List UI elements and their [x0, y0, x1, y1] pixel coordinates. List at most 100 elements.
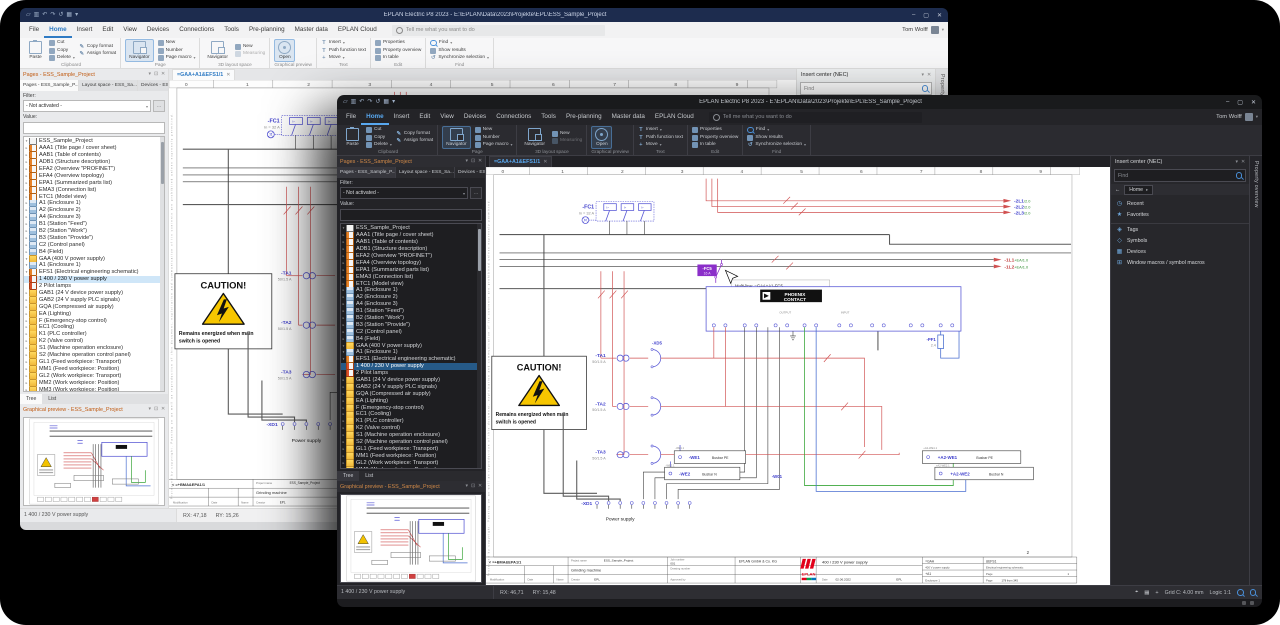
tree-item[interactable]: ▸ GL1 (Feed workpiece: Transport) — [24, 359, 164, 366]
tree-item[interactable]: ▾ EFS1 (Electrical engineering schematic… — [341, 356, 481, 363]
measuring-button[interactable]: Measuring — [552, 138, 582, 144]
tree-item[interactable]: ▸ EC1 (Cooling) — [24, 324, 164, 331]
tree-item[interactable]: ▾ EFS1 (Electrical engineering schematic… — [24, 269, 164, 276]
chevron-down-icon[interactable]: ▾ — [149, 72, 151, 77]
tree-item[interactable]: ▸ F (Emergency-stop control) — [24, 317, 164, 324]
copy-format-button[interactable]: ✎Copy format — [396, 131, 433, 137]
assign-format-button[interactable]: ✎Assign format — [79, 51, 116, 57]
tree-item[interactable]: ▾ GAA (400 V power supply) — [341, 342, 481, 349]
cross-reference[interactable]: < =+BMA&EPA1/1 — [489, 560, 522, 564]
ribbon-tab[interactable]: Connections — [491, 109, 536, 125]
preview-open-button[interactable]: Open — [274, 39, 295, 62]
tree-item[interactable]: ▸ ADB1 (Structure description) — [341, 246, 481, 253]
insert-center-item[interactable]: ▦ Devices — [1111, 246, 1249, 257]
page-new-button[interactable]: New — [475, 127, 513, 133]
filter-select[interactable]: - Not activated - ▾ — [340, 187, 468, 199]
insert-center-header[interactable]: Insert center (NEC) ▾✕ — [1111, 156, 1249, 168]
3d-navigator-button[interactable]: Navigator — [521, 126, 548, 149]
maximize-icon[interactable]: ▢ — [1237, 99, 1243, 106]
navigator-tab[interactable]: Layout space - ESS_Sa... — [396, 167, 455, 178]
tree-item[interactable]: ▸ ETC1 (Model view) — [24, 193, 164, 200]
insert-center-item[interactable]: ★ Favorites — [1111, 209, 1249, 220]
filter-more-button[interactable]: ... — [153, 100, 165, 112]
tree-scrollbar[interactable] — [160, 137, 164, 391]
property-overview-button[interactable]: Property overview — [692, 135, 738, 141]
paste-button[interactable]: Paste — [343, 126, 362, 149]
cut-button[interactable]: Cut — [49, 40, 75, 46]
tree-item[interactable]: ▸ B2 (Station "Work") — [341, 315, 481, 322]
insert-center-header[interactable]: Insert center (NEC) ▾✕ — [797, 69, 935, 81]
navigator-tab[interactable]: Pages - ESS_Sample_P... — [20, 80, 79, 91]
path-function-text-button[interactable]: TPath function text — [321, 48, 366, 54]
pin-icon[interactable]: ⊡ — [154, 72, 158, 77]
ribbon-tab[interactable]: Tools — [219, 22, 244, 38]
tree-item[interactable]: ▸ S1 (Machine operation enclosure) — [341, 432, 481, 439]
tree-item[interactable]: ▸ K1 (PLC controller) — [24, 331, 164, 338]
quick-access-icon[interactable]: ▾ — [392, 95, 395, 109]
paste-button[interactable]: Paste — [26, 39, 45, 62]
ribbon-tab[interactable]: View — [118, 22, 142, 38]
chevron-down-icon[interactable]: ▾ — [1236, 160, 1238, 165]
path-function-text-button[interactable]: TPath function text — [638, 135, 683, 141]
tree-item[interactable]: ▸ EC1 (Cooling) — [341, 411, 481, 418]
assign-format-button[interactable]: ✎Assign format — [396, 138, 433, 144]
tree-item[interactable]: ▸ A1 (Enclosure 1) — [24, 200, 164, 207]
in-table-button[interactable]: In table — [375, 55, 421, 61]
tree-item[interactable]: ▸ K2 (Valve control) — [24, 338, 164, 345]
ribbon-tab[interactable]: Insert — [389, 109, 415, 125]
ribbon-tab[interactable]: Home — [361, 109, 389, 125]
ribbon-tab[interactable]: Master data — [290, 22, 333, 38]
tree-item[interactable]: ▸ B1 (Station "Feed") — [341, 308, 481, 315]
3d-new-button[interactable]: New — [552, 131, 582, 137]
ribbon-tab[interactable]: Devices — [459, 109, 491, 125]
tree-item[interactable]: ▸ B3 (Station "Provide") — [24, 234, 164, 241]
ribbon-tab[interactable]: Home — [44, 22, 72, 38]
tree-item[interactable]: ▸ EMA3 (Connection list) — [341, 273, 481, 280]
tree-item[interactable]: ▸ GL2 (Work workpiece: Transport) — [341, 459, 481, 466]
pages-panel-header[interactable]: Pages - ESS_Sample_Project ▾⊡✕ — [337, 156, 485, 167]
tree-list-tab[interactable]: Tree — [337, 471, 359, 481]
tree-item[interactable]: ▸ EFA4 (Overview topology) — [24, 172, 164, 179]
tree-item[interactable]: ▸ GAB1 (24 V device power supply) — [341, 377, 481, 384]
navigator-tab[interactable]: Devices - ESS_Sample_... — [138, 80, 168, 91]
quick-access-icon[interactable]: ↺ — [58, 8, 63, 22]
close-icon[interactable]: ✕ — [161, 407, 165, 412]
preview-panel-header[interactable]: Graphical preview - ESS_Sample_Project ▾… — [20, 404, 168, 415]
delete-button[interactable]: Delete▾ — [49, 55, 75, 61]
quick-access-icon[interactable]: ▱ — [26, 8, 31, 22]
ribbon-tab[interactable]: View — [435, 109, 459, 125]
minimize-icon[interactable]: – — [1226, 99, 1229, 106]
close-icon[interactable]: ✕ — [927, 73, 931, 78]
ribbon-tab[interactable]: Edit — [97, 22, 118, 38]
close-icon[interactable]: ✕ — [1251, 99, 1256, 106]
quick-access-toolbar[interactable]: ▱▥↶↷↺▦▾ — [343, 95, 395, 109]
tree-item[interactable]: ▸ MM2 (Work workpiece: Position) — [341, 466, 481, 469]
close-icon[interactable]: ✕ — [226, 73, 230, 78]
page-macro-button[interactable]: Page macro▾ — [475, 142, 513, 148]
move-button[interactable]: +Move▾ — [638, 142, 683, 148]
chevron-down-icon[interactable]: ▾ — [149, 407, 151, 412]
tree-item[interactable]: ▸ GL2 (Work workpiece: Transport) — [24, 372, 164, 379]
tree-item[interactable]: ▸ ADB1 (Structure description) — [24, 159, 164, 166]
tree-item[interactable]: ▸ B3 (Station "Provide") — [341, 321, 481, 328]
tree-item[interactable]: ▸ AAB1 (Table of contents) — [341, 239, 481, 246]
document-tab[interactable]: =GAA+A1&EFS1/1 ✕ — [172, 69, 235, 80]
tree-item[interactable]: ▸ B4 (Field) — [24, 248, 164, 255]
tree-item[interactable]: ▾ GAA (400 V power supply) — [24, 255, 164, 262]
tree-item[interactable]: ▸ A2 (Enclosure 2) — [24, 207, 164, 214]
tray-icon[interactable] — [1242, 601, 1246, 605]
preview-thumbnail[interactable] — [340, 494, 482, 583]
chevron-down-icon[interactable]: ▾ — [922, 73, 924, 78]
tree-item[interactable]: ▸ B2 (Station "Work") — [24, 228, 164, 235]
insert-center-item[interactable]: ◈ Tags — [1111, 223, 1249, 235]
preview-thumbnail[interactable] — [23, 417, 165, 506]
close-icon[interactable]: ✕ — [937, 12, 942, 19]
window-titlebar[interactable]: ▱▥↶↷↺▦▾ EPLAN Electric P8 2023 - E:\EPLA… — [337, 95, 1262, 109]
tree-item[interactable]: ▸ EFA4 (Overview topology) — [341, 259, 481, 266]
quick-access-icon[interactable]: ↺ — [375, 95, 380, 109]
tree-item[interactable]: ▸ EA (Lighting) — [24, 310, 164, 317]
value-input[interactable] — [340, 209, 482, 221]
tree-item[interactable]: ▸ GL1 (Feed workpiece: Transport) — [341, 446, 481, 453]
grid-icon[interactable]: ▦ — [1144, 590, 1149, 596]
tree-list-tab[interactable]: List — [359, 471, 379, 481]
